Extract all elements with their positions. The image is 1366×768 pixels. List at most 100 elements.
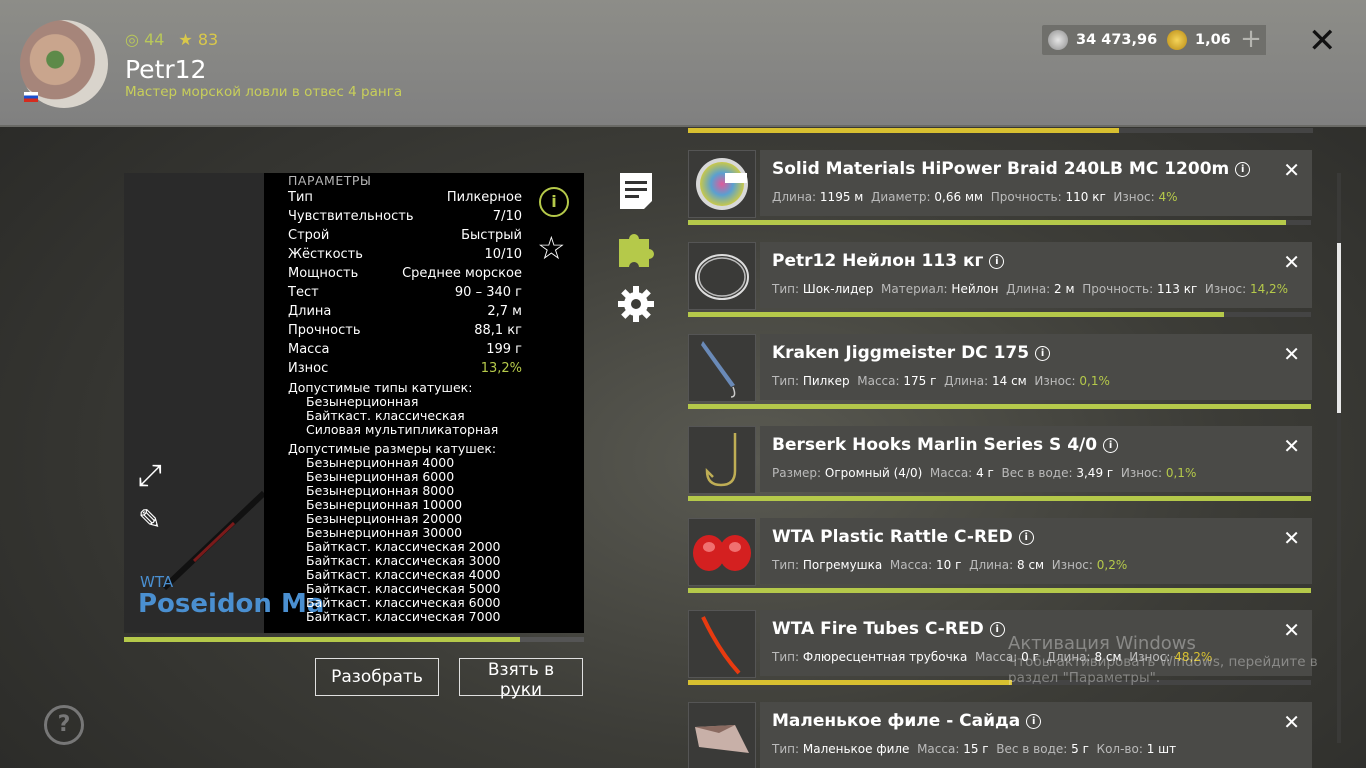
detail-label: Материал:: [881, 282, 948, 296]
item-name: Маленькое филе - Сайда: [772, 711, 1021, 731]
item-durability-bar: [688, 404, 1311, 409]
remove-item-icon[interactable]: ✕: [1283, 434, 1300, 458]
customize-brush-icon[interactable]: ✎: [138, 503, 161, 536]
item-card[interactable]: Berserk Hooks Marlin Series S 4/0 i Размер…: [760, 426, 1312, 492]
detail-label: Износ:: [1204, 282, 1247, 296]
notes-icon[interactable]: [617, 172, 655, 210]
item-details: Длина: 1195 м Диаметр: 0,66 мм Прочность…: [772, 190, 1185, 204]
puzzle-icon[interactable]: [617, 229, 655, 267]
item-thumbnail[interactable]: [688, 518, 756, 586]
detail-value: Флюресцентная трубочка: [802, 650, 968, 664]
close-icon[interactable]: ✕: [1308, 24, 1337, 58]
item-details: Размер: Огромный (4/0) Масса: 4 г Вес в …: [772, 466, 1204, 480]
info-icon[interactable]: i: [1235, 162, 1251, 177]
expand-icon[interactable]: ⤢: [138, 458, 162, 493]
scrollbar-thumb[interactable]: [1337, 243, 1341, 413]
params-title: ПАРАМЕТРЫ: [288, 173, 372, 188]
remove-item-icon[interactable]: ✕: [1283, 158, 1300, 182]
remove-item-icon[interactable]: ✕: [1283, 710, 1300, 734]
item-thumbnail[interactable]: [688, 610, 756, 678]
tackle-item[interactable]: Kraken Jiggmeister DC 175 i Тип: Пилкер Ма…: [688, 334, 1314, 410]
tackle-item[interactable]: Маленькое филе - Сайда i Тип: Маленькое фи…: [688, 702, 1314, 768]
remove-item-icon[interactable]: ✕: [1283, 526, 1300, 550]
item-thumbnail[interactable]: [688, 242, 756, 310]
info-icon[interactable]: i: [1035, 346, 1051, 361]
detail-value: Погремушка: [802, 558, 883, 572]
detail-value: Шок-лидер: [802, 282, 874, 296]
detail-value: Огромный (4/0): [824, 466, 923, 480]
reel-list-item: Безынерционная 8000: [306, 483, 455, 498]
info-icon[interactable]: i: [1018, 530, 1034, 545]
info-icon[interactable]: i: [539, 187, 569, 217]
item-durability-bar: [688, 220, 1311, 225]
item-card[interactable]: Petr12 Нейлон 113 кг i Тип: Шок-лидер Мате…: [760, 242, 1312, 308]
detail-label: Длина:: [1006, 282, 1051, 296]
help-icon[interactable]: ?: [44, 705, 84, 745]
item-name: Kraken Jiggmeister DC 175: [772, 343, 1030, 363]
tackle-item[interactable]: Berserk Hooks Marlin Series S 4/0 i Размер…: [688, 426, 1314, 502]
detail-label: Прочность:: [1082, 282, 1154, 296]
tackle-item[interactable]: Solid Materials HiPower Braid 240LB MC 1…: [688, 150, 1314, 226]
detail-label: Тип:: [772, 374, 800, 388]
disassemble-button[interactable]: Разобрать: [315, 658, 439, 696]
item-card[interactable]: WTA Plastic Rattle C-RED i Тип: Погремушка…: [760, 518, 1312, 584]
detail-label: Тип:: [772, 650, 800, 664]
param-row: Длина 2,7 м: [288, 302, 522, 321]
item-card[interactable]: Solid Materials HiPower Braid 240LB MC 1…: [760, 150, 1312, 216]
take-in-hands-button[interactable]: Взять в руки: [459, 658, 583, 700]
player-name: Petr12: [125, 55, 207, 84]
param-row: Износ 13,2%: [288, 359, 522, 378]
scrollbar[interactable]: [1337, 173, 1341, 743]
reel-list-item: Байткаст. классическая 3000: [306, 553, 501, 568]
detail-label: Длина:: [772, 190, 817, 204]
param-key: Износ: [288, 361, 329, 376]
item-thumbnail[interactable]: [688, 334, 756, 402]
reel-list-item: Безынерционная 20000: [306, 511, 463, 526]
detail-label: Масса:: [929, 466, 973, 480]
item-details: Тип: Шок-лидер Материал: Нейлон Длина: 2…: [772, 282, 1296, 296]
player-rank: Мастер морской ловли в отвес 4 ранга: [125, 84, 403, 100]
settings-gear-icon[interactable]: [617, 285, 655, 323]
detail-value: Пилкер: [802, 374, 850, 388]
silver-balance: 34 473,96: [1042, 25, 1166, 55]
item-details: Тип: Погремушка Масса: 10 г Длина: 8 см …: [772, 558, 1135, 572]
param-value: Среднее морское: [402, 266, 522, 281]
item-name: Solid Materials HiPower Braid 240LB MC 1…: [772, 159, 1230, 179]
item-durability-bar: [688, 496, 1311, 501]
param-row: Тип Пилкерное: [288, 188, 522, 207]
detail-value: 14 см: [991, 374, 1027, 388]
remove-item-icon[interactable]: ✕: [1283, 342, 1300, 366]
detail-value: 14,2%: [1249, 282, 1289, 296]
favorite-star-icon[interactable]: ☆: [537, 229, 566, 267]
param-value: 2,7 м: [487, 304, 522, 319]
item-thumbnail[interactable]: [688, 702, 756, 768]
item-card[interactable]: Kraken Jiggmeister DC 175 i Тип: Пилкер Ма…: [760, 334, 1312, 400]
detail-label: Длина:: [969, 558, 1014, 572]
reel-list-item: Байткаст. классическая 4000: [306, 567, 501, 582]
info-icon[interactable]: i: [989, 254, 1005, 269]
item-thumbnail[interactable]: [688, 150, 756, 218]
detail-label: Вес в воде:: [996, 742, 1068, 756]
detail-value: Нейлон: [951, 282, 999, 296]
reel-list-item: Безынерционная 4000: [306, 455, 455, 470]
add-currency-button[interactable]: +: [1236, 25, 1266, 55]
detail-label: Масса:: [857, 374, 900, 388]
detail-value: 8 см: [1017, 558, 1045, 572]
detail-value: 1 шт: [1146, 742, 1177, 756]
detail-value: 113 кг: [1157, 282, 1198, 296]
item-card[interactable]: Маленькое филе - Сайда i Тип: Маленькое фи…: [760, 702, 1312, 768]
info-icon[interactable]: i: [1026, 714, 1042, 729]
player-level: 44: [144, 30, 165, 49]
remove-item-icon[interactable]: ✕: [1283, 250, 1300, 274]
detail-label: Износ:: [1113, 190, 1155, 204]
item-name: WTA Plastic Rattle C-RED: [772, 527, 1013, 547]
param-value: Пилкерное: [446, 190, 522, 205]
info-icon[interactable]: i: [1103, 438, 1119, 453]
param-key: Жёсткость: [288, 247, 363, 262]
item-thumbnail[interactable]: [688, 426, 756, 494]
param-row: Тест 90 – 340 г: [288, 283, 522, 302]
detail-value: 175 г: [903, 374, 937, 388]
tackle-item[interactable]: WTA Plastic Rattle C-RED i Тип: Погремушка…: [688, 518, 1314, 594]
info-icon[interactable]: i: [989, 622, 1005, 637]
tackle-item[interactable]: Petr12 Нейлон 113 кг i Тип: Шок-лидер Мате…: [688, 242, 1314, 318]
